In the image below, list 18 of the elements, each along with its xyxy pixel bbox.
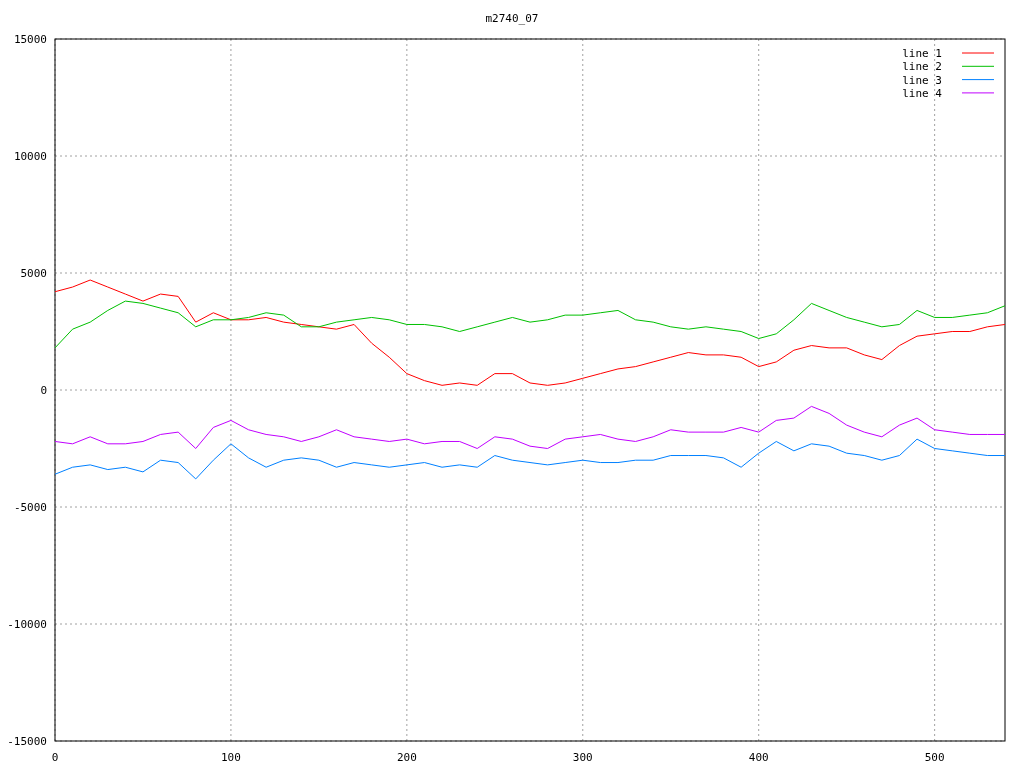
x-tick-label: 0 (51, 751, 59, 764)
x-tick-label: 500 (924, 751, 945, 764)
y-tick-label: 15000 (13, 33, 47, 46)
x-tick-label: 100 (221, 751, 241, 764)
x-tick-label: 400 (748, 751, 769, 764)
chart-title: m2740_07 (485, 12, 539, 25)
x-tick-label: 300 (572, 751, 593, 764)
y-tick-label: 0 (40, 384, 47, 397)
legend-label: line 1 (902, 47, 942, 60)
y-tick-label: -5000 (13, 501, 47, 514)
x-tick-label: 200 (396, 751, 417, 764)
legend-label: line 2 (902, 60, 942, 74)
y-tick-label: -15000 (7, 735, 47, 748)
y-tick-label: 5000 (20, 267, 47, 280)
y-tick-label: -10000 (7, 618, 47, 631)
legend-label: line 3 (902, 73, 942, 87)
legend-label: line 4 (902, 86, 942, 100)
y-tick-label: 10000 (13, 150, 47, 163)
